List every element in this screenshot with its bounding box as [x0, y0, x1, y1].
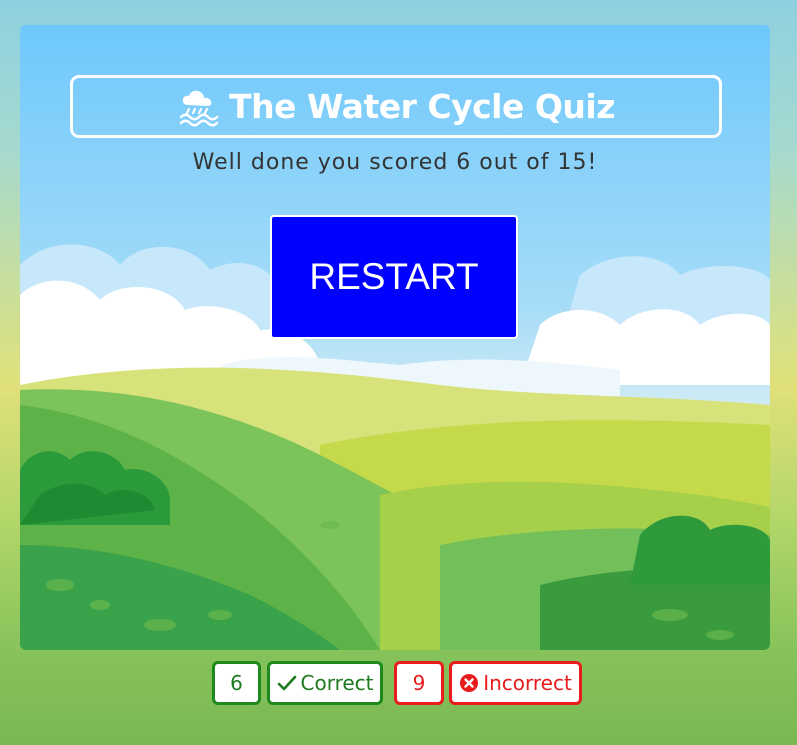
restart-button[interactable]: RESTART [270, 215, 518, 339]
correct-count-badge: 6 [212, 661, 261, 705]
incorrect-count-badge: 9 [394, 661, 444, 705]
incorrect-label-badge: Incorrect [449, 661, 582, 705]
title-banner: The Water Cycle Quiz [70, 75, 722, 138]
incorrect-label: Incorrect [483, 671, 572, 695]
incorrect-count: 9 [412, 671, 426, 695]
correct-label-badge: Correct [267, 661, 383, 705]
result-message: Well done you scored 6 out of 15! [192, 150, 598, 175]
check-icon [277, 675, 296, 691]
quiz-stage: The Water Cycle Quiz Well done you score… [20, 25, 770, 650]
correct-count: 6 [230, 671, 243, 695]
cloud-rain-icon [179, 90, 219, 126]
x-circle-icon [460, 674, 479, 692]
correct-label: Correct [300, 671, 374, 695]
score-tally: 6 Correct 9 Incorrect [0, 661, 797, 709]
quiz-title: The Water Cycle Quiz [229, 87, 615, 126]
